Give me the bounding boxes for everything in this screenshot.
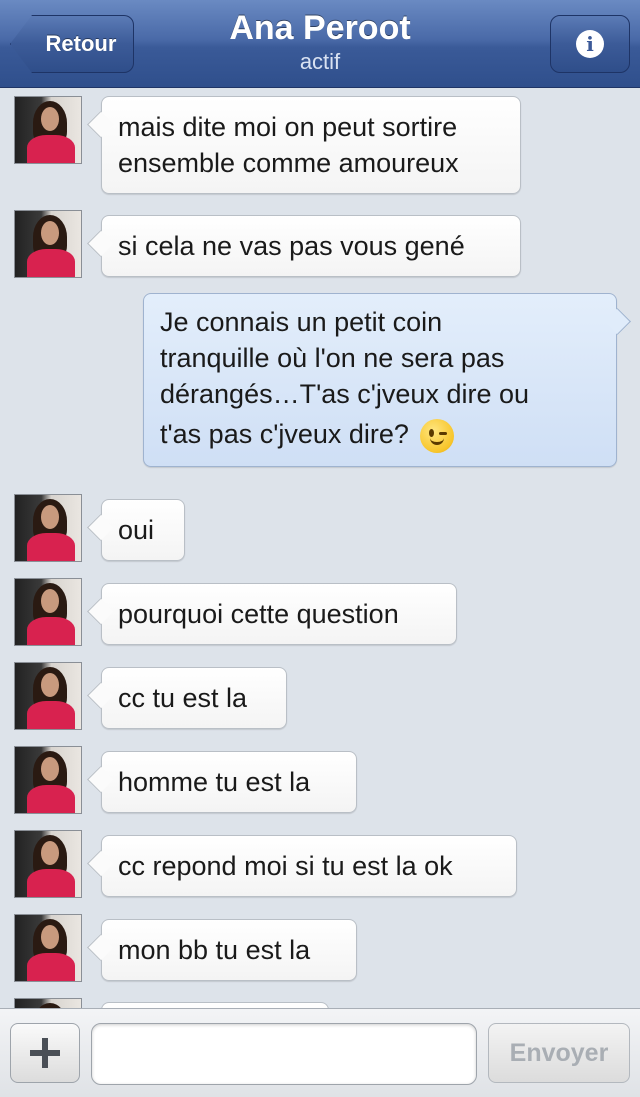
avatar[interactable] xyxy=(14,998,82,1008)
message-line: mais dite moi on peut sortire xyxy=(118,112,458,142)
incoming-message[interactable]: cc tu est la xyxy=(101,667,287,729)
message-line: mon bb tu est la xyxy=(118,935,311,965)
message-line: tranquille où l'on ne sera pas xyxy=(160,343,505,373)
avatar[interactable] xyxy=(14,914,82,982)
message-line: oui xyxy=(118,515,155,545)
incoming-message[interactable]: oui xyxy=(101,499,185,561)
message-input[interactable] xyxy=(91,1023,477,1085)
add-attachment-button[interactable] xyxy=(10,1023,80,1083)
incoming-message[interactable]: homme tu est la xyxy=(101,751,357,813)
outgoing-message[interactable]: Je connais un petit coin tranquille où l… xyxy=(143,293,617,467)
back-button[interactable]: Retour xyxy=(10,15,134,73)
message-line: si cela ne vas pas vous gené xyxy=(118,231,465,261)
message-list[interactable]: mais dite moi on peut sortire ensemble c… xyxy=(0,88,640,1008)
message-composer: Envoyer xyxy=(0,1008,640,1097)
message-line: t'as pas c'jveux dire? xyxy=(160,419,409,449)
incoming-message[interactable]: mais dite moi on peut sortire ensemble c… xyxy=(101,96,521,194)
conversation-header: Ana Peroot actif xyxy=(150,6,490,74)
send-button-label: Envoyer xyxy=(509,1038,609,1067)
info-icon: i xyxy=(576,30,604,58)
winking-face-icon xyxy=(420,418,455,453)
incoming-message[interactable]: mon bb tu est la xyxy=(101,919,357,981)
message-line: dérangés…T'as c'jveux dire ou xyxy=(160,379,529,409)
avatar[interactable] xyxy=(14,662,82,730)
avatar[interactable] xyxy=(14,210,82,278)
avatar[interactable] xyxy=(14,746,82,814)
incoming-message[interactable]: pourquoi cette question xyxy=(101,583,457,645)
contact-status: actif xyxy=(299,49,341,74)
message-line: pourquoi cette question xyxy=(118,599,399,629)
plus-icon xyxy=(30,1038,60,1068)
navigation-bar: Retour Ana Peroot actif i xyxy=(0,0,640,88)
contact-name: Ana Peroot xyxy=(229,9,411,47)
send-button[interactable]: Envoyer xyxy=(488,1023,630,1083)
back-button-label: Retour xyxy=(45,31,117,56)
message-line: cc tu est la xyxy=(118,683,248,713)
message-line: homme tu est la xyxy=(118,767,311,797)
info-button[interactable]: i xyxy=(550,15,630,73)
avatar[interactable] xyxy=(14,830,82,898)
message-line: Je connais un petit coin xyxy=(160,307,443,337)
avatar[interactable] xyxy=(14,578,82,646)
avatar[interactable] xyxy=(14,494,82,562)
message-line: ensemble comme amoureux xyxy=(118,148,459,178)
incoming-message[interactable]: si cela ne vas pas vous gené xyxy=(101,215,521,277)
avatar[interactable] xyxy=(14,96,82,164)
incoming-message[interactable]: cc repond moi si tu est la ok xyxy=(101,835,517,897)
message-line: cc repond moi si tu est la ok xyxy=(118,851,453,881)
